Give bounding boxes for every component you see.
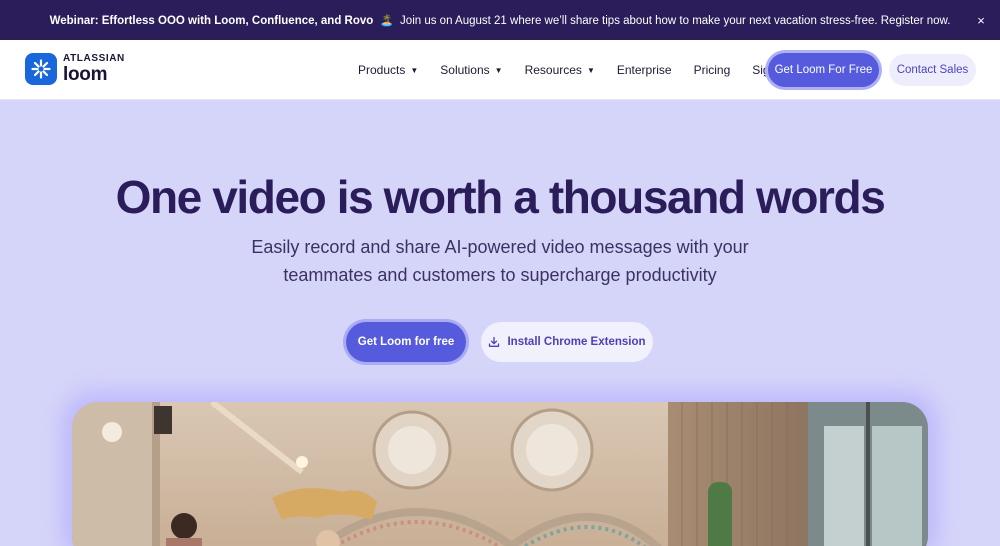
- install-chrome-extension-label: Install Chrome Extension: [507, 336, 646, 348]
- close-icon[interactable]: ×: [972, 11, 990, 29]
- logo-atlassian-text: ATLASSIAN: [63, 53, 125, 64]
- top-navigation: ATLASSIAN loom Products ▼ Solutions ▼ Re…: [0, 40, 1000, 100]
- hero-video[interactable]: [72, 402, 928, 546]
- nav-item-enterprise[interactable]: Enterprise: [617, 63, 672, 77]
- nav-item-resources[interactable]: Resources ▼: [525, 63, 595, 77]
- atlassian-loom-logo[interactable]: ATLASSIAN loom: [25, 53, 125, 85]
- contact-sales-button[interactable]: Contact Sales: [889, 54, 976, 86]
- download-icon: [489, 336, 500, 347]
- banner-message[interactable]: Webinar: Effortless OOO with Loom, Confl…: [50, 13, 951, 27]
- hero-title: One video is worth a thousand words: [115, 171, 886, 223]
- get-loom-free-button[interactable]: Get Loom For Free: [768, 53, 879, 87]
- hero-subtitle: Easily record and share AI-powered video…: [0, 233, 1000, 289]
- hero-subtitle-line: teammates and customers to supercharge p…: [283, 265, 717, 285]
- nav-item-label: Resources: [524, 63, 582, 77]
- nav-item-pricing[interactable]: Pricing: [694, 63, 731, 77]
- install-chrome-extension-button[interactable]: Install Chrome Extension: [481, 322, 653, 362]
- nav-item-label: Products: [358, 63, 406, 77]
- banner-title[interactable]: Webinar: Effortless OOO with Loom, Confl…: [50, 15, 374, 27]
- nav-item-products[interactable]: Products ▼: [358, 63, 418, 77]
- caret-down-icon: ▼: [494, 65, 503, 75]
- office-scene-image: [72, 402, 928, 546]
- get-loom-for-free-button[interactable]: Get Loom for free: [346, 322, 466, 362]
- logo-wordmark: ATLASSIAN loom: [63, 53, 125, 85]
- nav-item-label: Solutions: [440, 63, 490, 77]
- caret-down-icon: ▼: [586, 65, 595, 75]
- loom-logo-icon: [25, 53, 57, 85]
- banner-description[interactable]: Join us on August 21 where we’ll share t…: [400, 15, 950, 27]
- nav-item-solutions[interactable]: Solutions ▼: [440, 63, 502, 77]
- hero-subtitle-line: Easily record and share AI-powered video…: [251, 237, 749, 257]
- logo-loom-text: loom: [63, 64, 108, 85]
- nav-links: Products ▼ Solutions ▼ Resources ▼ Enter…: [358, 40, 812, 100]
- island-emoji-icon: 🏝️: [379, 15, 394, 27]
- announcement-banner: Webinar: Effortless OOO with Loom, Confl…: [0, 0, 1000, 40]
- caret-down-icon: ▼: [410, 65, 419, 75]
